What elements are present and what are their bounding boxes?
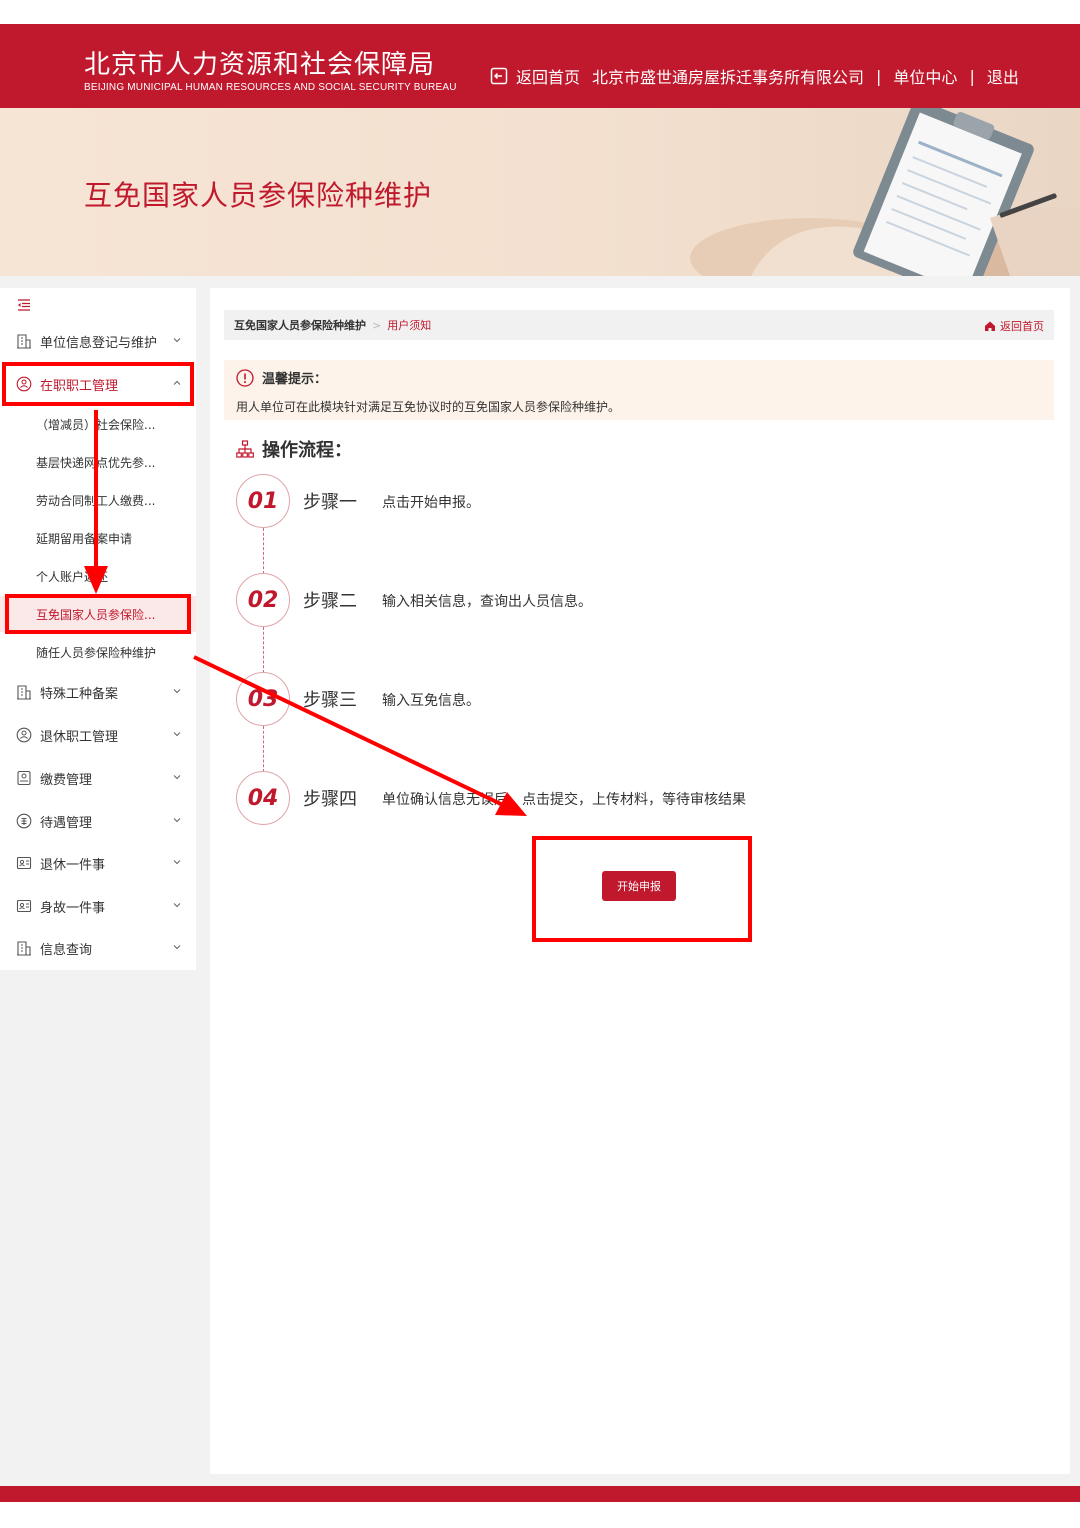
sidebar-item-employee-mgmt[interactable]: 在职职工管理 — [0, 366, 196, 402]
step-name: 步骤四 — [303, 789, 357, 810]
page-banner: 互免国家人员参保险种维护 — [0, 108, 1080, 276]
site-title: 北京市人力资源和社会保障局 — [84, 50, 436, 80]
chevron-up-icon — [173, 380, 181, 385]
sidebar-item-benefit-mgmt[interactable]: 待遇管理 — [0, 803, 196, 839]
sidebar-subitem-account-refund[interactable]: 个人账户返还 — [0, 558, 196, 594]
page-title: 互免国家人员参保险种维护 — [84, 179, 433, 212]
breadcrumb-home-label: 返回首页 — [1000, 320, 1044, 333]
employee-icon — [16, 727, 32, 743]
flow-title: 操作流程： — [236, 436, 352, 462]
header-nav: 返回首页 北京市盛世通房屋拆迁事务所有限公司 | 单位中心 | 退出 — [490, 64, 1019, 88]
sidebar-subitem-contract-worker[interactable]: 劳动合同制工人缴费... — [0, 482, 196, 518]
sidebar-item-special-work[interactable]: 特殊工种备案 — [0, 674, 196, 710]
sidebar-item-unit-info[interactable]: 单位信息登记与维护 — [0, 323, 196, 359]
sidebar-item-label: 信息查询 — [40, 942, 93, 958]
breadcrumb-module[interactable]: 互免国家人员参保险种维护 — [234, 317, 366, 333]
step-number: 02 — [236, 573, 290, 627]
sidebar-item-label: 退休职工管理 — [40, 729, 119, 745]
id-card-icon — [16, 899, 32, 913]
footer-bar — [0, 1486, 1080, 1502]
step-number: 01 — [236, 474, 290, 528]
menu-collapse-icon[interactable] — [17, 298, 31, 312]
step-name: 步骤一 — [303, 492, 357, 513]
flow-title-text: 操作流程： — [262, 440, 352, 461]
breadcrumb-separator: > — [372, 318, 382, 332]
breadcrumb: 互免国家人员参保险种维护 > 用户须知 返回首页 — [224, 310, 1054, 340]
sidebar-item-label: 单位信息登记与维护 — [40, 335, 158, 351]
chevron-down-icon — [173, 338, 181, 343]
step-description: 输入相关信息，查询出人员信息。 — [382, 594, 592, 610]
breadcrumb-home-link[interactable]: 返回首页 — [984, 318, 1044, 334]
sidebar-subitem-extended-retention[interactable]: 延期留用备案申请 — [0, 520, 196, 556]
chevron-down-icon — [173, 860, 181, 865]
step-description: 单位确认信息无误后，点击提交，上传材料，等待审核结果 — [382, 792, 746, 808]
logout-link[interactable]: 退出 — [987, 64, 1019, 88]
id-card-icon — [16, 856, 32, 870]
sidebar-item-label: 退休一件事 — [40, 857, 106, 873]
step-connector — [263, 528, 264, 574]
step-description: 点击开始申报。 — [382, 495, 480, 511]
sidebar-item-label: 在职职工管理 — [40, 378, 119, 394]
chevron-down-icon — [173, 903, 181, 908]
step-connector — [263, 627, 264, 673]
flow-step-4: 04 步骤四 单位确认信息无误后，点击提交，上传材料，等待审核结果 — [236, 771, 1036, 827]
notice-title: 温馨提示： — [236, 368, 327, 387]
building-icon — [17, 685, 31, 700]
flow-step-2: 02 步骤二 输入相关信息，查询出人员信息。 — [236, 573, 1036, 629]
chevron-down-icon — [173, 945, 181, 950]
main-content: 互免国家人员参保险种维护 > 用户须知 返回首页 温馨提示： 用人单位可在此模块… — [210, 288, 1070, 1474]
sidebar: 单位信息登记与维护 在职职工管理 （增减员）社会保险... 基层快递网点优先参.… — [0, 288, 196, 970]
sidebar-item-retired-mgmt[interactable]: 退休职工管理 — [0, 717, 196, 753]
flow-step-1: 01 步骤一 点击开始申报。 — [236, 474, 1036, 530]
step-description: 输入互免信息。 — [382, 693, 480, 709]
payment-icon — [17, 770, 31, 786]
chevron-down-icon — [173, 818, 181, 823]
employee-icon — [16, 376, 32, 392]
flowchart-icon — [236, 440, 254, 458]
sidebar-subitem-increase-decrease[interactable]: （增减员）社会保险... — [0, 406, 196, 442]
nav-separator: | — [876, 66, 882, 86]
notice-box: 温馨提示： 用人单位可在此模块针对满足互免协议时的互免国家人员参保险种维护。 — [224, 360, 1054, 420]
sidebar-item-payment-mgmt[interactable]: 缴费管理 — [0, 760, 196, 796]
sidebar-item-label: 待遇管理 — [40, 815, 93, 831]
step-number: 03 — [236, 672, 290, 726]
sidebar-subitem-accompanying-staff[interactable]: 随任人员参保险种维护 — [0, 634, 196, 670]
unit-center-link[interactable]: 单位中心 — [893, 64, 957, 88]
benefit-icon — [16, 813, 32, 829]
clipboard-illustration — [690, 108, 1080, 276]
building-icon — [17, 941, 31, 956]
sidebar-item-retirement-one-thing[interactable]: 退休一件事 — [0, 845, 196, 881]
sidebar-item-label: 身故一件事 — [40, 900, 106, 916]
sidebar-item-death-one-thing[interactable]: 身故一件事 — [0, 888, 196, 924]
step-name: 步骤二 — [303, 591, 357, 612]
building-icon — [17, 334, 31, 349]
site-subtitle: BEIJING MUNICIPAL HUMAN RESOURCES AND SO… — [84, 82, 457, 93]
sidebar-item-label: 特殊工种备案 — [40, 686, 119, 702]
start-declaration-button[interactable]: 开始申报 — [602, 871, 676, 901]
home-icon — [985, 321, 995, 331]
notice-text: 用人单位可在此模块针对满足互免协议时的互免国家人员参保险种维护。 — [236, 400, 621, 414]
notice-title-text: 温馨提示： — [262, 372, 328, 387]
sidebar-subitem-courier-outlet[interactable]: 基层快递网点优先参... — [0, 444, 196, 480]
step-number: 04 — [236, 771, 290, 825]
sidebar-item-info-query[interactable]: 信息查询 — [0, 930, 196, 966]
site-header: 北京市人力资源和社会保障局 BEIJING MUNICIPAL HUMAN RE… — [0, 24, 1080, 108]
company-name: 北京市盛世通房屋拆迁事务所有限公司 — [592, 68, 865, 87]
warning-icon — [236, 368, 254, 387]
sidebar-subitem-mutual-exemption[interactable]: 互免国家人员参保险... — [0, 596, 196, 632]
return-home-link[interactable]: 返回首页 — [516, 64, 580, 88]
sidebar-item-label: 缴费管理 — [40, 772, 93, 788]
breadcrumb-current: 用户须知 — [387, 319, 432, 332]
flow-step-3: 03 步骤三 输入互免信息。 — [236, 672, 1036, 728]
return-home-icon[interactable] — [490, 67, 508, 85]
step-name: 步骤三 — [303, 690, 357, 711]
chevron-down-icon — [173, 732, 181, 737]
step-connector — [263, 726, 264, 772]
chevron-down-icon — [173, 775, 181, 780]
nav-separator: | — [969, 66, 975, 86]
chevron-down-icon — [173, 689, 181, 694]
